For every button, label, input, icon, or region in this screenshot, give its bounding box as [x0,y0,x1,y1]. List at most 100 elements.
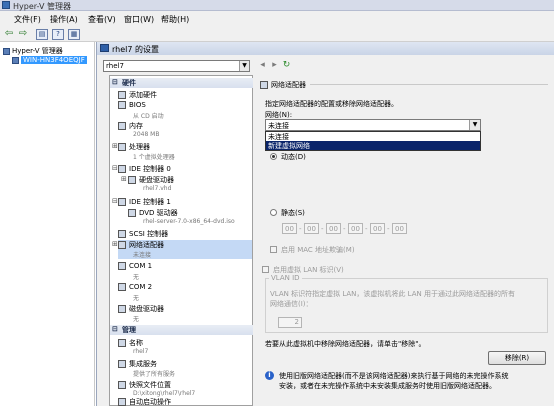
network-adapter-icon [260,81,268,89]
mac-octet-5[interactable]: 00 [370,223,385,234]
mac-separator: - [321,225,324,233]
dvd-sub: rhel-server-7.0-x86_64-dvd.iso [143,218,235,225]
dialog-title: rhel7 的设置 [112,45,159,54]
collapse-icon[interactable]: ⊟ [112,78,118,86]
settings-dialog: rhel7 的设置 rhel7 ▼ ◂ ▸ ↻ ⊟ 硬件 添加硬件 BIOS 从 … [96,42,554,406]
memory-sub: 2048 MB [133,131,160,138]
collapse-ide1-icon[interactable]: ⊟ [112,197,118,205]
chevron-down-icon[interactable]: ▼ [469,120,480,130]
mac-separator: - [299,225,302,233]
mac-separator: - [387,225,390,233]
autostart-item[interactable]: 自动启动操作 [118,397,171,406]
dropdown-option-new-virtual-network[interactable]: 新建虚拟网络 [266,141,480,150]
dialog-title-bar: rhel7 的设置 [97,42,554,55]
properties-icon[interactable]: ▦ [68,29,80,40]
network-select[interactable]: 未连接 ▼ [265,119,481,131]
integration-item[interactable]: 集成服务 [118,359,157,369]
mac-octet-4[interactable]: 00 [348,223,363,234]
mac-dynamic-label[interactable]: 动态(D) [281,152,306,162]
ide0-item[interactable]: IDE 控制器 0 [118,164,171,174]
ide1-item[interactable]: IDE 控制器 1 [118,197,171,207]
bios-icon [118,101,126,109]
ide-controller-icon [118,165,126,173]
name-item[interactable]: 名称 [118,338,143,348]
memory-item[interactable]: 内存 [118,121,143,131]
processor-item[interactable]: 处理器 [118,142,150,152]
ide-controller-icon [118,198,126,206]
menu-bar: 文件(F) 操作(A) 查看(V) 窗口(W) 帮助(H) [0,11,554,28]
panel-description: 指定网络适配器的配置或移除网络适配器。 [265,100,398,108]
vm-selector[interactable]: rhel7 ▼ [103,60,250,72]
management-section-header[interactable]: ⊟ 管理 [110,325,253,335]
legacy-adapter-info-line2: 安装，或者在未完操作系统中未安装集成服务时使用旧版网络适配器。 [279,382,496,390]
com2-item[interactable]: COM 2 [118,283,152,291]
mac-static-label[interactable]: 静态(S) [281,208,305,218]
server-icon [12,56,19,64]
scsi-item[interactable]: SCSI 控制器 [118,229,168,239]
processor-icon [118,143,126,151]
snapshot-item[interactable]: 快照文件位置 [118,380,171,390]
floppy-drive-icon [118,305,126,313]
mac-spoof-label[interactable]: 启用 MAC 地址欺骗(M) [281,245,355,255]
refresh-icon[interactable]: ↻ [281,60,292,71]
expand-nic-icon[interactable]: ⊞ [112,240,118,248]
tree-server[interactable]: WIN-HN3F4OEQJF [12,56,87,64]
forward-icon[interactable]: ▸ [269,60,280,71]
tree-root[interactable]: Hyper-V 管理器 [3,46,63,56]
vlan-description-line2: 网络通信(I)： [270,300,313,308]
mac-static-radio[interactable] [270,209,277,216]
menu-file[interactable]: 文件(F) [14,14,41,25]
expand-hdd-icon[interactable]: ⊞ [121,175,127,183]
network-adapter-icon [118,241,126,249]
vlan-enable-checkbox[interactable] [262,266,269,273]
floppy-item[interactable]: 磁盘驱动器 [118,304,164,314]
add-hardware-item[interactable]: 添加硬件 [118,90,157,100]
mac-separator: - [365,225,368,233]
com1-sub: 无 [133,274,140,281]
memory-icon [118,122,126,130]
dvd-item[interactable]: DVD 驱动器 [128,208,178,218]
dropdown-option-not-connected[interactable]: 未连接 [266,132,480,141]
menu-action[interactable]: 操作(A) [50,14,78,25]
legacy-adapter-info-line1: 使用旧版网络适配器(而不是该网络适配器)来执行基于网络的未完操作系统 [279,372,509,380]
mac-octet-2[interactable]: 00 [304,223,319,234]
hdd-item[interactable]: 硬盘驱动器 [128,175,174,185]
navigation-tree: Hyper-V 管理器 WIN-HN3F4OEQJF [0,42,95,406]
menu-help[interactable]: 帮助(H) [161,14,189,25]
remove-description: 若要从此虚拟机中移除网络适配器，请单击"移除"。 [265,340,426,348]
integration-sub: 提供了所有服务 [133,371,176,378]
vlan-id-input[interactable]: 2 [278,317,302,328]
settings-list: ⊟ 硬件 添加硬件 BIOS 从 CD 启动 内存 2048 MB ⊞ 处理器 1… [109,75,253,406]
mac-octet-6[interactable]: 00 [392,223,407,234]
expand-processor-icon[interactable]: ⊞ [112,142,118,150]
forward-arrow-icon[interactable]: ⇨ [17,29,29,40]
remove-button[interactable]: 移除(R) [488,351,546,365]
dvd-drive-icon [128,209,136,217]
mac-spoof-checkbox[interactable] [270,246,277,253]
com-port-icon [118,262,126,270]
hard-disk-icon [128,176,136,184]
show-tree-icon[interactable]: ▤ [36,29,48,40]
hardware-section-header[interactable]: ⊟ 硬件 [110,78,253,88]
com2-sub: 无 [133,295,140,302]
menu-window[interactable]: 窗口(W) [124,14,154,25]
com1-item[interactable]: COM 1 [118,262,152,270]
autostart-icon [118,398,126,406]
chevron-down-icon[interactable]: ▼ [239,61,249,71]
collapse-ide0-icon[interactable]: ⊟ [112,164,118,172]
help-icon[interactable]: ? [52,29,64,40]
title-bar: Hyper-V 管理器 [0,0,554,11]
floppy-sub: 无 [133,316,140,323]
back-icon[interactable]: ◂ [257,60,268,71]
mac-octet-3[interactable]: 00 [326,223,341,234]
collapse-icon[interactable]: ⊟ [112,325,118,333]
mac-octet-1[interactable]: 00 [282,223,297,234]
add-hardware-icon [118,91,126,99]
processor-sub: 1 个虚拟处理器 [133,154,175,161]
snapshot-sub: D:\xitong\rhel7\rhel7 [133,390,196,397]
integration-services-icon [118,360,126,368]
menu-view[interactable]: 查看(V) [88,14,116,25]
bios-item[interactable]: BIOS [118,101,146,109]
mac-dynamic-radio[interactable] [270,153,277,160]
back-arrow-icon[interactable]: ⇦ [3,29,15,40]
